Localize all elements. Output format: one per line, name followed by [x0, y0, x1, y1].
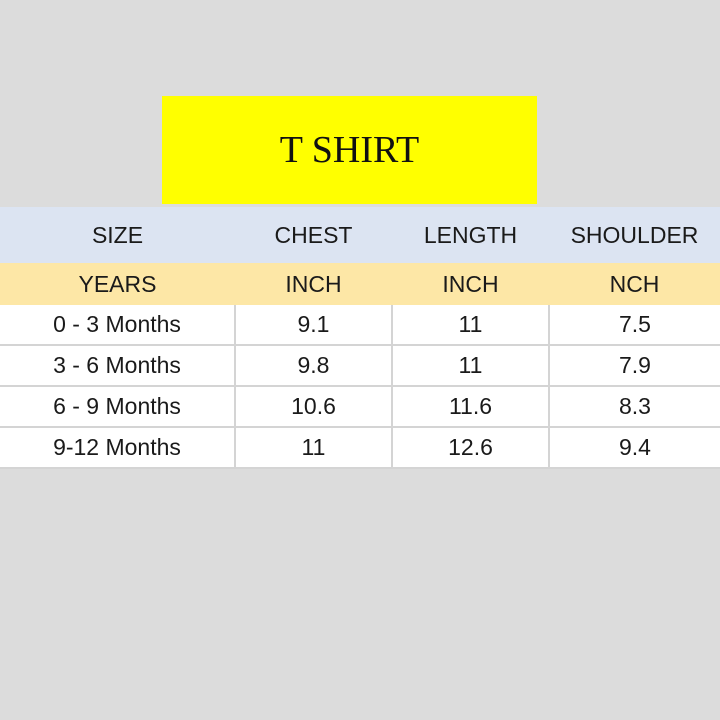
- cell-chest: 11: [235, 427, 393, 469]
- header-length: LENGTH: [392, 207, 549, 263]
- cell-size: 0 - 3 Months: [0, 305, 236, 346]
- cell-size: 3 - 6 Months: [0, 345, 236, 387]
- cell-shoulder: 9.4: [549, 427, 720, 469]
- cell-shoulder: 8.3: [549, 386, 720, 428]
- cell-length: 11: [392, 345, 550, 387]
- cell-length: 11: [392, 305, 550, 346]
- header-size: SIZE: [0, 207, 235, 263]
- cell-length: 12.6: [392, 427, 550, 469]
- units-row: YEARS INCH INCH NCH: [0, 263, 720, 305]
- unit-shoulder: NCH: [549, 263, 720, 305]
- table-row: 6 - 9 Months 10.6 11.6 8.3: [0, 386, 720, 428]
- cell-shoulder: 7.5: [549, 305, 720, 346]
- table-row: 3 - 6 Months 9.8 11 7.9: [0, 345, 720, 387]
- title-banner: T SHIRT: [162, 96, 537, 204]
- unit-length: INCH: [392, 263, 549, 305]
- header-row: SIZE CHEST LENGTH SHOULDER: [0, 207, 720, 263]
- page-title: T SHIRT: [279, 129, 420, 171]
- cell-chest: 10.6: [235, 386, 393, 428]
- cell-size: 6 - 9 Months: [0, 386, 236, 428]
- cell-size: 9-12 Months: [0, 427, 236, 469]
- header-chest: CHEST: [235, 207, 392, 263]
- header-shoulder: SHOULDER: [549, 207, 720, 263]
- table-row: 0 - 3 Months 9.1 11 7.5: [0, 305, 720, 346]
- cell-chest: 9.1: [235, 305, 393, 346]
- cell-chest: 9.8: [235, 345, 393, 387]
- unit-chest: INCH: [235, 263, 392, 305]
- table-row: 9-12 Months 11 12.6 9.4: [0, 427, 720, 469]
- size-chart-table: SIZE CHEST LENGTH SHOULDER YEARS INCH IN…: [0, 207, 720, 469]
- unit-size: YEARS: [0, 263, 235, 305]
- cell-shoulder: 7.9: [549, 345, 720, 387]
- cell-length: 11.6: [392, 386, 550, 428]
